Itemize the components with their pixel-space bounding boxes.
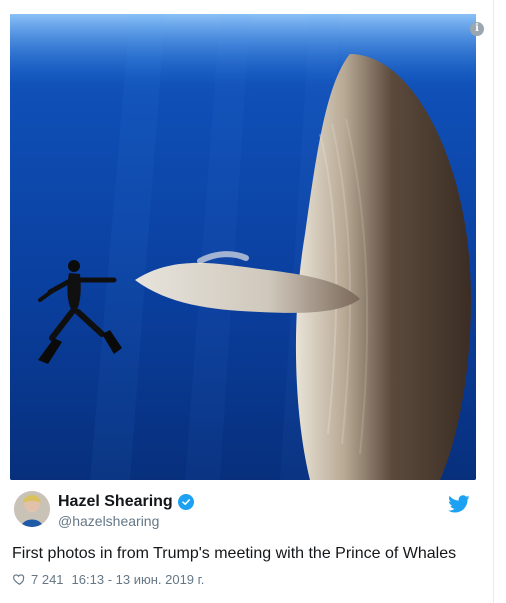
author-handle[interactable]: @hazelshearing [58, 513, 159, 529]
verified-badge-icon [177, 494, 194, 510]
author-name-row: Hazel Shearing [58, 493, 194, 511]
tweet-timestamp[interactable]: 16:13 - 13 июн. 2019 г. [72, 572, 205, 587]
info-icon[interactable]: i [470, 22, 484, 36]
author-name[interactable]: Hazel Shearing [58, 493, 173, 511]
tweet-card: i Hazel Shearing @hazelshearing First ph… [0, 0, 494, 603]
tweet-photo[interactable] [10, 14, 476, 480]
like-count: 7 241 [31, 571, 64, 587]
tweet-author[interactable]: Hazel Shearing @hazelshearing [12, 491, 482, 535]
underwater-whale-photo [10, 14, 476, 480]
heart-icon [12, 574, 25, 585]
tweet-text: First photos in from Trump's meeting wit… [12, 545, 457, 562]
twitter-bird-icon[interactable] [448, 493, 470, 515]
like-button[interactable]: 7 241 [12, 572, 64, 587]
avatar-image [14, 491, 50, 527]
avatar[interactable] [14, 491, 50, 527]
tweet-meta: 7 241 16:13 - 13 июн. 2019 г. [12, 570, 204, 588]
